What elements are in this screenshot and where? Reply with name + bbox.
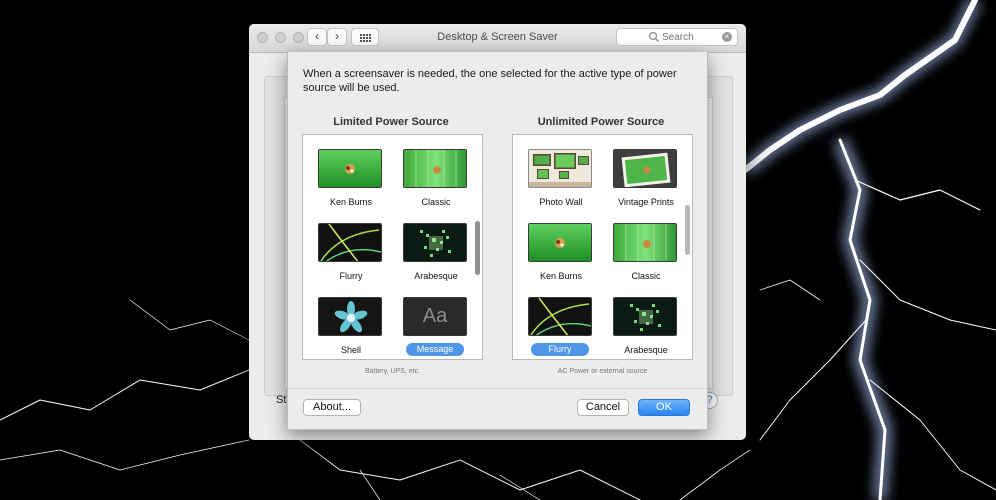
screensaver-label: Ken Burns xyxy=(329,197,373,207)
search-icon xyxy=(648,31,659,42)
unlimited-list-scrollbar[interactable] xyxy=(685,205,690,255)
clear-search-icon[interactable]: × xyxy=(722,32,732,42)
arabesque-thumbnail xyxy=(403,223,467,262)
screensaver-item-ken-burns[interactable]: Ken Burns xyxy=(309,149,393,217)
partially-hidden-label: St xyxy=(276,394,287,406)
screensaver-item-message[interactable]: Aa Message xyxy=(394,297,478,359)
screensaver-item-classic[interactable]: Classic xyxy=(394,149,478,217)
flurry-thumbnail xyxy=(528,297,592,336)
about-button[interactable]: About... xyxy=(303,399,361,416)
screensaver-item-arabesque[interactable]: Arabesque xyxy=(604,297,688,359)
screensaver-label: Shell xyxy=(340,345,361,355)
classic-thumbnail xyxy=(613,223,677,262)
limited-list-scrollbar[interactable] xyxy=(475,221,480,275)
ok-button[interactable]: OK xyxy=(638,399,690,416)
search-input[interactable] xyxy=(662,31,722,43)
flurry-thumbnail xyxy=(318,223,382,262)
screensaver-label: Classic xyxy=(631,271,661,281)
limited-power-title: Limited Power Source xyxy=(333,116,449,128)
limited-power-caption: Battery, UPS, etc. xyxy=(364,368,421,375)
ken-burns-thumbnail xyxy=(318,149,382,188)
vintage-prints-thumbnail xyxy=(613,149,677,188)
screensaver-item-shell[interactable]: Shell xyxy=(309,297,393,359)
screensaver-label: Vintage Prints xyxy=(618,197,674,207)
screensaver-item-ken-burns[interactable]: Ken Burns xyxy=(519,223,603,291)
screensaver-label-selected: Flurry xyxy=(531,343,589,356)
screensaver-label: Flurry xyxy=(339,271,363,281)
screensaver-label: Photo Wall xyxy=(539,197,583,207)
screensaver-item-flurry[interactable]: Flurry xyxy=(309,223,393,291)
screensaver-label: Classic xyxy=(421,197,451,207)
screensaver-label-selected: Message xyxy=(406,343,464,356)
screensaver-item-classic[interactable]: Classic xyxy=(604,223,688,291)
message-thumbnail: Aa xyxy=(403,297,467,336)
screensaver-label: Arabesque xyxy=(624,345,668,355)
sheet-message: When a screensaver is needed, the one se… xyxy=(303,68,677,94)
photo-wall-thumbnail xyxy=(528,149,592,188)
sheet-divider xyxy=(288,388,707,389)
shell-thumbnail xyxy=(318,297,382,336)
ken-burns-thumbnail xyxy=(528,223,592,262)
arabesque-thumbnail xyxy=(613,297,677,336)
classic-thumbnail xyxy=(403,149,467,188)
screensaver-item-photo-wall[interactable]: Photo Wall xyxy=(519,149,603,217)
cancel-button[interactable]: Cancel xyxy=(577,399,629,416)
search-field[interactable]: × xyxy=(616,28,738,46)
screensaver-label: Ken Burns xyxy=(539,271,583,281)
screensaver-label: Arabesque xyxy=(414,271,458,281)
unlimited-power-caption: AC Power or external source xyxy=(557,368,648,375)
screensaver-item-vintage-prints[interactable]: Vintage Prints xyxy=(604,149,688,217)
limited-screensaver-list[interactable]: Ken Burns Classic Flurry Arabesque Shell xyxy=(302,134,483,360)
unlimited-screensaver-list[interactable]: Photo Wall Vintage Prints Ken Burns Clas… xyxy=(512,134,693,360)
unlimited-power-title: Unlimited Power Source xyxy=(537,116,665,128)
power-source-sheet: When a screensaver is needed, the one se… xyxy=(287,52,708,430)
title-bar: ‹ › Desktop & Screen Saver × xyxy=(249,24,746,53)
screensaver-item-flurry[interactable]: Flurry xyxy=(519,297,603,359)
message-thumbnail-text: Aa xyxy=(422,305,448,327)
screensaver-item-arabesque[interactable]: Arabesque xyxy=(394,223,478,291)
